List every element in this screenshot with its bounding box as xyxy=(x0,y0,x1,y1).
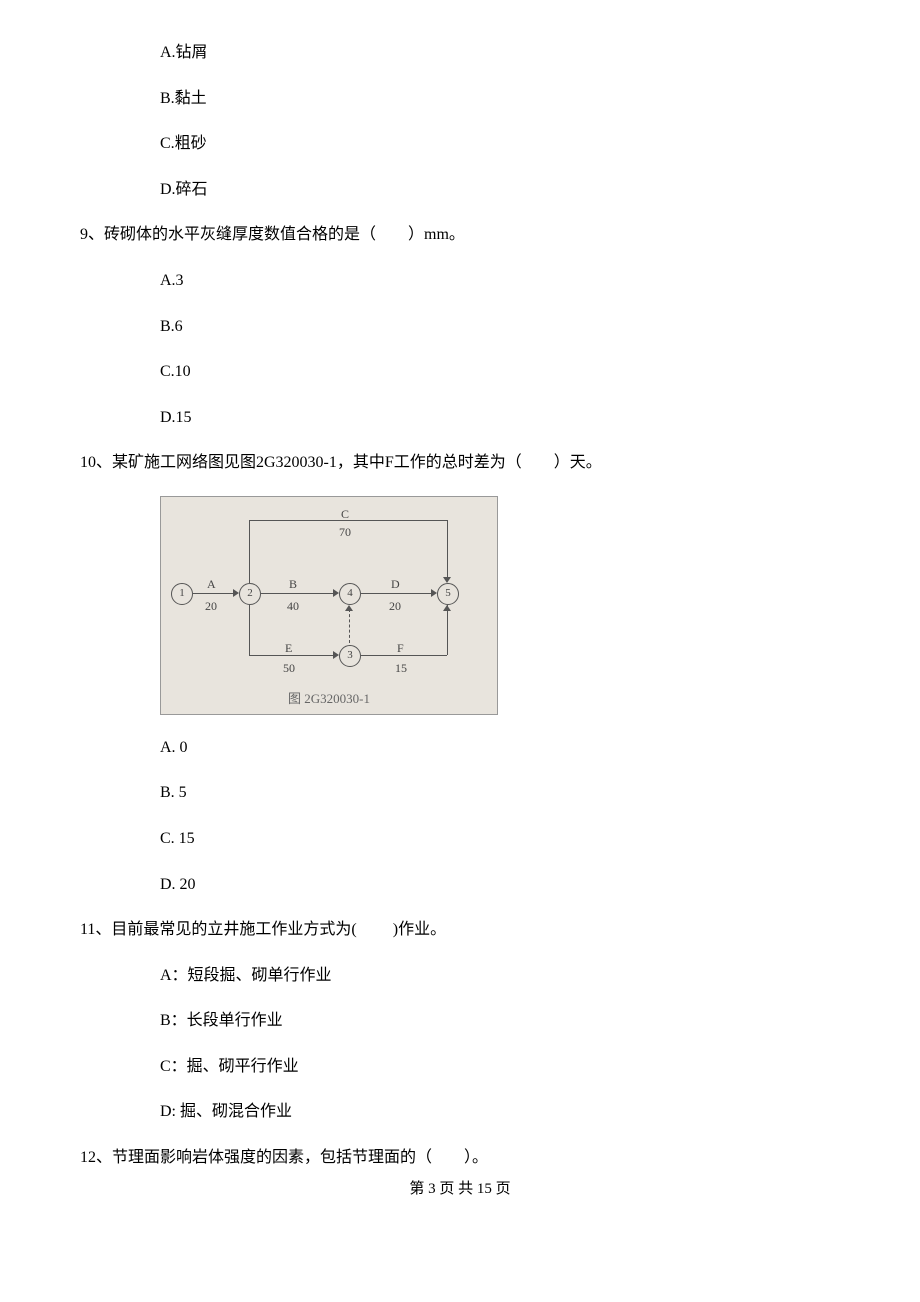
edge-d-label: D xyxy=(391,575,400,594)
option-a: A：短段掘、砌单行作业 xyxy=(160,963,840,989)
edge-b-label: B xyxy=(289,575,297,594)
option-b: B.6 xyxy=(160,314,840,340)
network-diagram: 1 2 4 5 3 A 20 B 40 D 20 C 70 E 50 xyxy=(160,496,498,715)
question-9: 9、砖砌体的水平灰缝厚度数值合格的是（ ）mm。 xyxy=(80,222,840,248)
option-d: D: 掘、砌混合作业 xyxy=(160,1099,840,1125)
option-c: C：掘、砌平行作业 xyxy=(160,1054,840,1080)
node-1: 1 xyxy=(171,583,193,605)
option-b: B：长段单行作业 xyxy=(160,1008,840,1034)
option-c: C.10 xyxy=(160,359,840,385)
edge-a-value: 20 xyxy=(205,597,217,616)
option-a: A.钻屑 xyxy=(160,40,840,66)
node-5: 5 xyxy=(437,583,459,605)
diagram-caption: 图 2G320030-1 xyxy=(169,685,489,710)
page-footer: 第 3 页 共 15 页 xyxy=(80,1177,840,1201)
node-4: 4 xyxy=(339,583,361,605)
question-10: 10、某矿施工网络图见图2G320030-1，其中F工作的总时差为（ ）天。 xyxy=(80,450,840,476)
option-c: C. 15 xyxy=(160,826,840,852)
edge-e-value: 50 xyxy=(283,659,295,678)
edge-d-value: 20 xyxy=(389,597,401,616)
edge-b-value: 40 xyxy=(287,597,299,616)
option-c: C.粗砂 xyxy=(160,131,840,157)
edge-a-label: A xyxy=(207,575,216,594)
node-2: 2 xyxy=(239,583,261,605)
option-b: B.黏土 xyxy=(160,86,840,112)
edge-e-label: E xyxy=(285,639,292,658)
edge-f-value: 15 xyxy=(395,659,407,678)
option-a: A.3 xyxy=(160,268,840,294)
edge-c-label: C xyxy=(341,505,349,524)
option-d: D.碎石 xyxy=(160,177,840,203)
edge-f-label: F xyxy=(397,639,404,658)
option-a: A. 0 xyxy=(160,735,840,761)
option-d: D.15 xyxy=(160,405,840,431)
edge-c-value: 70 xyxy=(339,523,351,542)
question-11: 11、目前最常见的立井施工作业方式为( )作业。 xyxy=(80,917,840,943)
option-b: B. 5 xyxy=(160,780,840,806)
option-d: D. 20 xyxy=(160,872,840,898)
question-12: 12、节理面影响岩体强度的因素，包括节理面的（ ）。 xyxy=(80,1145,840,1171)
node-3: 3 xyxy=(339,645,361,667)
